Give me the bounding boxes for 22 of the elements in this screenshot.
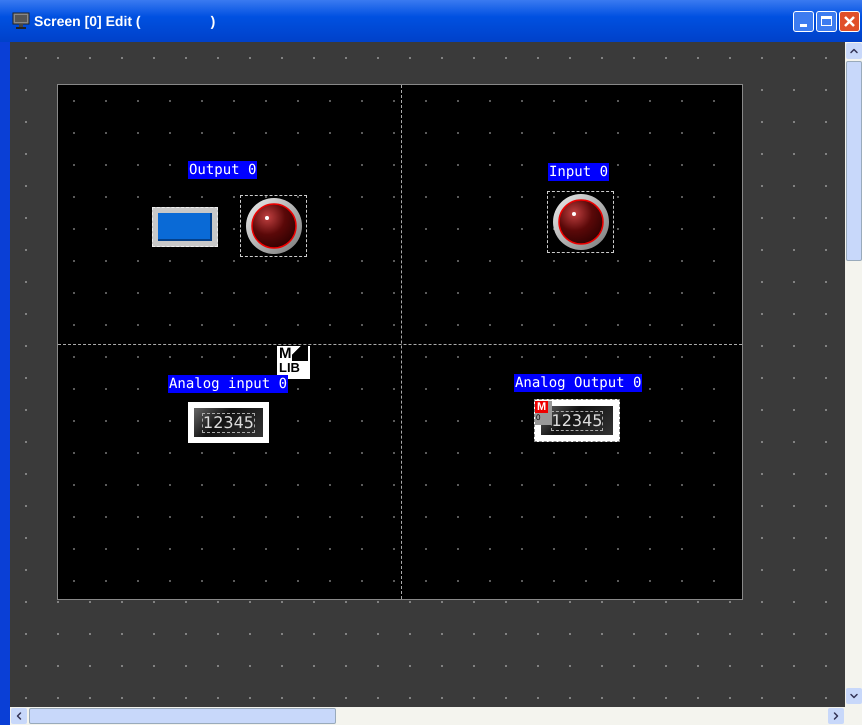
badge-icon: M 0 [535,401,552,425]
minimize-button[interactable] [793,10,814,32]
object-label: Analog input 0 [168,375,288,393]
scroll-thumb[interactable] [846,61,862,261]
scroll-left-icon[interactable] [11,708,27,724]
window-title-end: ) [210,12,216,31]
scroll-down-icon[interactable] [846,688,862,704]
scroll-right-icon[interactable] [828,708,844,724]
close-icon [844,16,855,26]
object-label: Input 0 [548,163,610,181]
window-title: Screen [0] Edit ( [34,12,141,31]
library-icon: M LIB [277,346,310,379]
object-label: Analog Output 0 [514,374,642,392]
numeric-value: 12345 [202,412,255,432]
monitor-icon [12,12,30,30]
horizontal-scrollbar[interactable] [10,707,845,725]
object-label: Output 0 [188,161,258,179]
close-button[interactable] [839,10,860,32]
maximize-button[interactable] [816,10,837,32]
scroll-thumb[interactable] [29,708,336,724]
vertical-scrollbar[interactable] [845,42,862,725]
scroll-up-icon[interactable] [846,43,862,59]
